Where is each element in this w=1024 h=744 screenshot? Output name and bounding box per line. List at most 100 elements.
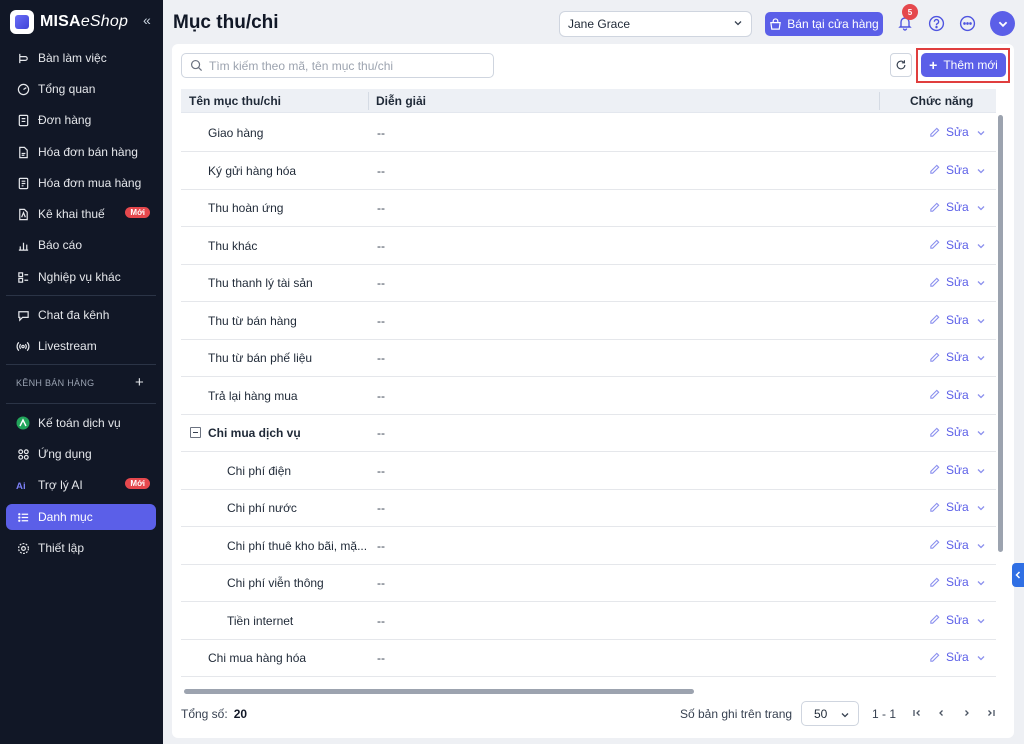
account-menu-avatar[interactable] bbox=[990, 11, 1015, 36]
vertical-scrollbar[interactable] bbox=[998, 115, 1003, 552]
row-description: -- bbox=[377, 651, 385, 665]
sidebar-item-operations[interactable]: Nghiệp vụ khác bbox=[6, 264, 156, 290]
collapse-sidebar-button[interactable]: « bbox=[143, 12, 157, 28]
per-page-select[interactable]: 50 bbox=[801, 701, 859, 726]
edit-button[interactable]: Sửa bbox=[929, 275, 969, 289]
more-options-icon[interactable] bbox=[957, 13, 977, 33]
edit-button[interactable]: Sửa bbox=[929, 650, 969, 664]
sidebar-item-orders[interactable]: Đơn hàng bbox=[6, 107, 156, 133]
edit-button[interactable]: Sửa bbox=[929, 163, 969, 177]
sidebar-item-ai-assistant[interactable]: Ai Trợ lý AI Mới bbox=[6, 472, 156, 498]
sidebar-item-label: Tổng quan bbox=[38, 82, 96, 96]
edit-button[interactable]: Sửa bbox=[929, 575, 969, 589]
edit-button[interactable]: Sửa bbox=[929, 500, 969, 514]
sell-in-store-button[interactable]: Bán tại cửa hàng bbox=[765, 12, 883, 36]
sidebar-item-label: Bàn làm việc bbox=[38, 51, 107, 65]
horizontal-scrollbar[interactable] bbox=[184, 689, 694, 694]
sidebar-item-report[interactable]: Báo cáo bbox=[6, 232, 156, 258]
sidebar-item-catalog[interactable]: Danh mục bbox=[6, 504, 156, 530]
sidebar-item-chat[interactable]: Chat đa kênh bbox=[6, 302, 156, 328]
search-input[interactable] bbox=[209, 58, 489, 73]
table-row[interactable]: Tiền internet -- Sửa bbox=[181, 602, 996, 640]
row-menu-chevron-icon[interactable] bbox=[976, 352, 986, 362]
row-menu-chevron-icon[interactable] bbox=[976, 652, 986, 662]
edit-button[interactable]: Sửa bbox=[929, 538, 969, 552]
row-name: Thu thanh lý tài sản bbox=[208, 276, 313, 290]
expand-panel-button[interactable] bbox=[1012, 563, 1024, 587]
table-row[interactable]: Chi mua dịch vụ -- Sửa bbox=[181, 414, 996, 452]
edit-label: Sửa bbox=[946, 425, 969, 439]
row-menu-chevron-icon[interactable] bbox=[976, 165, 986, 175]
table-row[interactable]: Giao hàng -- Sửa bbox=[181, 114, 996, 152]
search-box[interactable] bbox=[181, 53, 494, 78]
table-row[interactable]: Chi phí thuê kho bãi, mặ... -- Sửa bbox=[181, 527, 996, 565]
row-menu-chevron-icon[interactable] bbox=[976, 240, 986, 250]
sidebar-item-workspace[interactable]: Bàn làm việc bbox=[6, 45, 156, 71]
last-page-icon[interactable] bbox=[984, 706, 998, 720]
add-new-button[interactable]: + Thêm mới bbox=[921, 53, 1006, 77]
edit-button[interactable]: Sửa bbox=[929, 388, 969, 402]
row-menu-chevron-icon[interactable] bbox=[976, 540, 986, 550]
table-row[interactable]: Thu thanh lý tài sản -- Sửa bbox=[181, 264, 996, 302]
row-menu-chevron-icon[interactable] bbox=[976, 390, 986, 400]
sidebar-item-overview[interactable]: Tổng quan bbox=[6, 76, 156, 102]
row-menu-chevron-icon[interactable] bbox=[976, 315, 986, 325]
row-menu-chevron-icon[interactable] bbox=[976, 615, 986, 625]
first-page-icon[interactable] bbox=[910, 706, 924, 720]
table-row[interactable]: Thu hoàn ứng -- Sửa bbox=[181, 189, 996, 227]
row-menu-chevron-icon[interactable] bbox=[976, 427, 986, 437]
next-page-icon[interactable] bbox=[960, 706, 974, 720]
sidebar-item-settings[interactable]: Thiết lập bbox=[6, 535, 156, 561]
sidebar-item-sales-invoice[interactable]: Hóa đơn bán hàng bbox=[6, 139, 156, 165]
previous-page-icon[interactable] bbox=[934, 706, 948, 720]
collapse-toggle-icon[interactable] bbox=[190, 427, 201, 438]
pencil-icon bbox=[930, 239, 940, 249]
table-row[interactable]: Chi phí nước -- Sửa bbox=[181, 489, 996, 527]
row-menu-chevron-icon[interactable] bbox=[976, 277, 986, 287]
column-resize-handle[interactable] bbox=[879, 92, 880, 110]
help-icon[interactable] bbox=[926, 13, 946, 33]
edit-button[interactable]: Sửa bbox=[929, 350, 969, 364]
column-header-actions: Chức năng bbox=[910, 94, 974, 108]
sidebar-item-accounting[interactable]: Kế toán dịch vụ bbox=[6, 410, 156, 436]
table-row[interactable]: Trả lại hàng mua -- Sửa bbox=[181, 377, 996, 415]
edit-label: Sửa bbox=[946, 162, 969, 177]
sidebar-divider bbox=[6, 364, 156, 365]
column-header-name[interactable]: Tên mục thu/chi bbox=[189, 94, 281, 108]
row-menu-chevron-icon[interactable] bbox=[976, 127, 986, 137]
refresh-button[interactable] bbox=[890, 53, 912, 77]
sidebar-item-livestream[interactable]: Livestream bbox=[6, 333, 156, 359]
row-menu-chevron-icon[interactable] bbox=[976, 465, 986, 475]
edit-button[interactable]: Sửa bbox=[929, 238, 969, 252]
table-row[interactable]: Ký gửi hàng hóa -- Sửa bbox=[181, 152, 996, 190]
row-menu-chevron-icon[interactable] bbox=[976, 577, 986, 587]
table-row[interactable]: Chi mua hàng hóa -- Sửa bbox=[181, 639, 996, 677]
pencil-icon bbox=[930, 389, 940, 399]
row-menu-chevron-icon[interactable] bbox=[976, 502, 986, 512]
edit-button[interactable]: Sửa bbox=[929, 313, 969, 327]
app-logo[interactable]: MISAeShop bbox=[10, 9, 128, 35]
column-header-description[interactable]: Diễn giải bbox=[376, 94, 426, 108]
add-channel-button[interactable]: + bbox=[135, 374, 144, 391]
edit-button[interactable]: Sửa bbox=[929, 463, 969, 477]
sidebar-item-purchase-invoice[interactable]: Hóa đơn mua hàng bbox=[6, 170, 156, 196]
edit-button[interactable]: Sửa bbox=[929, 613, 969, 627]
pencil-icon bbox=[930, 164, 940, 174]
table-row[interactable]: Thu từ bán phế liệu -- Sửa bbox=[181, 339, 996, 377]
edit-button[interactable]: Sửa bbox=[929, 425, 969, 439]
table-row[interactable]: Thu khác -- Sửa bbox=[181, 227, 996, 265]
column-resize-handle[interactable] bbox=[368, 92, 369, 110]
table-row[interactable]: Chi phí viễn thông -- Sửa bbox=[181, 564, 996, 602]
refresh-icon bbox=[896, 60, 906, 70]
sidebar-item-label: Hóa đơn mua hàng bbox=[38, 176, 142, 190]
user-select[interactable]: Jane Grace bbox=[559, 11, 752, 37]
table-row[interactable]: Thu từ bán hàng -- Sửa bbox=[181, 302, 996, 340]
row-menu-chevron-icon[interactable] bbox=[976, 202, 986, 212]
sidebar-item-apps[interactable]: Ứng dụng bbox=[6, 441, 156, 467]
edit-button[interactable]: Sửa bbox=[929, 200, 969, 214]
edit-button[interactable]: Sửa bbox=[929, 125, 969, 139]
row-description: -- bbox=[377, 126, 385, 140]
table-row[interactable]: Chi phí điện -- Sửa bbox=[181, 452, 996, 490]
chevron-down-icon bbox=[734, 21, 742, 26]
sidebar-item-tax[interactable]: Kê khai thuế Mới bbox=[6, 201, 156, 227]
